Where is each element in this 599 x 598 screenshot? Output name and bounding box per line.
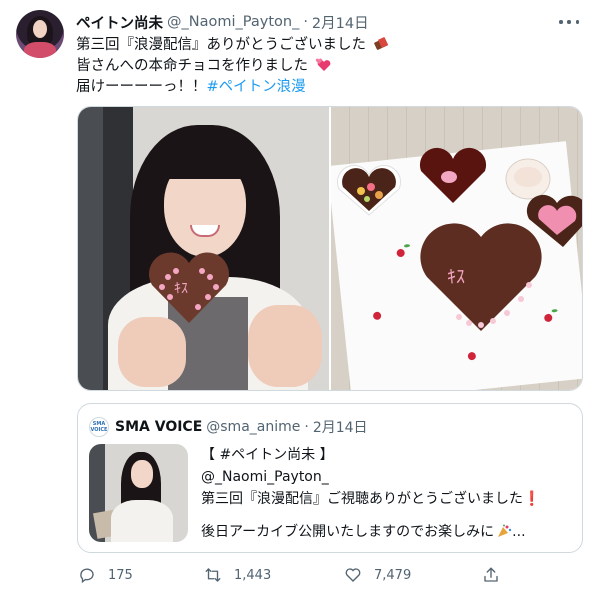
quoted-separator-dot: · xyxy=(304,419,309,435)
retweet-icon xyxy=(205,568,221,582)
reply-button[interactable]: 175 xyxy=(78,566,133,584)
quoted-avatar[interactable]: SMA VOICE xyxy=(89,417,109,437)
retweet-button[interactable]: 1,443 xyxy=(204,566,271,584)
tweet-date[interactable]: 2月14日 xyxy=(312,12,369,33)
svg-text:ｷｽ: ｷｽ xyxy=(174,281,188,297)
tweet-line-3-text: 届けーーーーっ！！ xyxy=(76,79,207,95)
reply-count: 175 xyxy=(108,567,133,583)
quoted-avatar-text: SMA VOICE xyxy=(90,421,108,433)
quoted-line-2: @_Naomi_Payton_ xyxy=(201,469,329,485)
tweet-line-1: 第三回『浪漫配信』ありがとうございました xyxy=(76,35,576,56)
quoted-text: 【 #ペイトン尚未 】 @_Naomi_Payton_ 第三回『浪漫配信』ご視聴… xyxy=(201,444,571,543)
tweet-line-3: 届けーーーーっ！！#ペイトン浪漫 xyxy=(76,77,576,98)
heart-chocolates-icon: ｷｽ xyxy=(336,147,582,331)
heart-chocolate-icon: ｷｽ xyxy=(148,252,230,323)
quoted-handle[interactable]: @sma_anime xyxy=(206,419,300,435)
tweet-header: ペイトン尚未 @_Naomi_Payton_ · 2月14日 xyxy=(76,12,579,32)
quoted-tweet[interactable]: SMA VOICE SMA VOICE @sma_anime · 2月14日 【… xyxy=(77,403,583,553)
avatar-face xyxy=(33,20,47,38)
quoted-date[interactable]: 2月14日 xyxy=(313,417,368,437)
share-icon xyxy=(484,567,498,582)
quoted-thumbnail[interactable] xyxy=(89,444,188,542)
party-popper-icon xyxy=(498,524,512,537)
tweet-line-2: 皆さんへの本命チョコを作りました xyxy=(76,56,576,77)
hashtag-link[interactable]: #ペイトン浪漫 xyxy=(207,79,306,95)
action-bar: 175 1,443 7,479 xyxy=(78,566,548,588)
more-options-icon[interactable] xyxy=(559,14,579,30)
quoted-line-3: 第三回『浪漫配信』ご視聴ありがとうございました❗ xyxy=(201,491,541,507)
two-hearts-icon xyxy=(315,58,330,71)
photo-heart-chocolates-on-cherry-plate[interactable]: ｷｽ xyxy=(331,107,582,390)
quoted-display-name[interactable]: SMA VOICE xyxy=(115,419,202,435)
heart-icon xyxy=(345,568,361,582)
avatar[interactable] xyxy=(16,10,64,58)
media-grid: ｷｽ ｷｽ xyxy=(77,106,583,391)
like-count: 7,479 xyxy=(374,567,412,583)
quoted-header: SMA VOICE @sma_anime · 2月14日 xyxy=(115,417,368,437)
user-handle[interactable]: @_Naomi_Payton_ xyxy=(167,14,299,30)
reply-icon xyxy=(80,568,94,584)
tweet-line-1-text: 第三回『浪漫配信』ありがとうございました xyxy=(76,37,366,53)
tweet-text: 第三回『浪漫配信』ありがとうございました 皆さんへの本命チョコを作りました 届け… xyxy=(76,35,576,98)
like-button[interactable]: 7,479 xyxy=(344,566,411,584)
quoted-line-4: 後日アーカイブ公開いたしますのでお楽しみに... xyxy=(201,524,526,540)
photo-girl-holding-heart-chocolate[interactable]: ｷｽ xyxy=(78,107,329,390)
tweet[interactable]: ペイトン尚未 @_Naomi_Payton_ · 2月14日 第三回『浪漫配信』… xyxy=(0,0,599,598)
display-name[interactable]: ペイトン尚未 xyxy=(76,12,163,33)
avatar-shirt xyxy=(24,42,56,58)
retweet-count: 1,443 xyxy=(234,567,272,583)
svg-text:ｷｽ: ｷｽ xyxy=(447,267,465,288)
tweet-line-2-text: 皆さんへの本命チョコを作りました xyxy=(76,58,308,74)
chocolate-bar-icon xyxy=(373,37,388,50)
quoted-line-1: 【 #ペイトン尚未 】 xyxy=(201,447,334,463)
exclamation-icon: ❗ xyxy=(523,491,541,507)
separator-dot: · xyxy=(303,14,308,30)
share-button[interactable] xyxy=(482,566,512,584)
